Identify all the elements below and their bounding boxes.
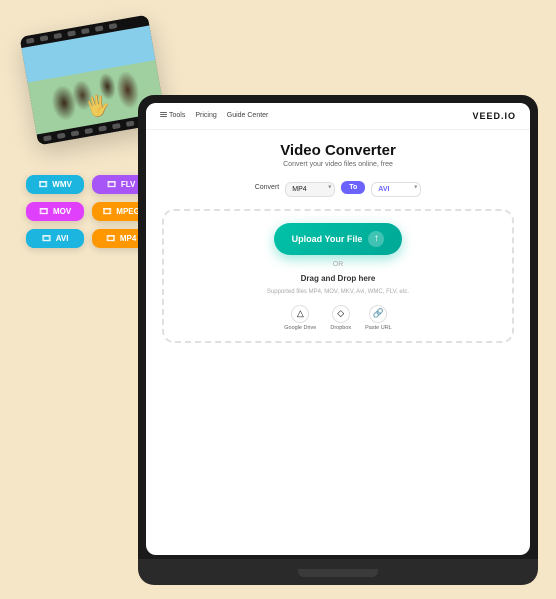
or-text: OR <box>333 261 344 268</box>
upload-button[interactable]: Upload Your File ↑ <box>274 223 403 255</box>
film-hole <box>95 25 104 31</box>
format-label: WMV <box>52 180 72 189</box>
to-format-select[interactable]: AVI MP4 MOV <box>371 182 421 197</box>
film-hole <box>67 30 76 36</box>
film-hole <box>57 132 66 138</box>
laptop-base <box>298 569 378 577</box>
paste-url-option[interactable]: 🔗 Paste URL <box>365 305 392 331</box>
to-label: To <box>341 181 365 194</box>
laptop: Tools Pricing Guide Center VEED.IO Video… <box>138 95 538 585</box>
nav-bar: Tools Pricing Guide Center VEED.IO <box>146 103 530 130</box>
dropbox-option[interactable]: ◇ Dropbox <box>330 305 351 331</box>
film-icon: 🎞 <box>42 234 52 243</box>
grid-icon <box>160 112 167 119</box>
paste-url-label: Paste URL <box>365 325 392 331</box>
laptop-screen: Tools Pricing Guide Center VEED.IO Video… <box>146 103 530 555</box>
from-format-select[interactable]: MP4 MOV AVI <box>285 182 335 197</box>
film-hole <box>26 37 35 43</box>
from-select-wrapper: MP4 MOV AVI <box>285 178 335 197</box>
film-icon: 🎞 <box>38 180 48 189</box>
film-hole <box>40 35 49 41</box>
supported-formats-text: Supported files MP4, MOV, MKV, Avi, WMC,… <box>267 289 409 295</box>
format-badge-mov: 🎞 MOV <box>26 202 84 221</box>
film-icon: 🎞 <box>106 234 116 243</box>
format-badge-avi: 🎞 AVI <box>26 229 84 248</box>
drag-drop-text: Drag and Drop here <box>301 274 376 283</box>
logo: VEED.IO <box>472 111 516 121</box>
dropbox-label: Dropbox <box>330 325 351 331</box>
nav-item-pricing[interactable]: Pricing <box>195 112 216 119</box>
film-hole <box>112 122 121 128</box>
format-badge-wmv: 🎞 WMV <box>26 175 84 194</box>
dropbox-icon: ◇ <box>332 305 350 323</box>
nav-item-guide[interactable]: Guide Center <box>227 112 269 119</box>
film-icon: 🎞 <box>39 207 49 216</box>
paste-url-icon: 🔗 <box>369 305 387 323</box>
scene: 🖐️ 🎞 WMV <box>18 15 538 585</box>
convert-row: Convert MP4 MOV AVI To AVI <box>162 178 514 197</box>
laptop-body <box>138 559 538 585</box>
upload-area: Upload Your File ↑ OR Drag and Drop here… <box>162 209 514 343</box>
google-drive-label: Google Drive <box>284 325 316 331</box>
google-drive-icon: △ <box>291 305 309 323</box>
nav-guide-label: Guide Center <box>227 112 269 119</box>
to-select-wrapper: AVI MP4 MOV <box>371 178 421 197</box>
film-hole <box>43 135 52 141</box>
film-icon: 🎞 <box>107 180 117 189</box>
main-content: Video Converter Convert your video files… <box>146 130 530 555</box>
film-hole <box>126 120 135 126</box>
nav-tools-label: Tools <box>169 112 185 119</box>
film-hole <box>98 125 107 131</box>
upload-icon: ↑ <box>368 231 384 247</box>
drive-options-row: △ Google Drive ◇ Dropbox 🔗 Paste URL <box>284 305 392 331</box>
film-hole <box>53 32 62 38</box>
format-label: FLV <box>121 180 136 189</box>
format-label: MOV <box>53 207 71 216</box>
page-subtitle: Convert your video files online, free <box>283 161 393 168</box>
film-hole <box>84 127 93 133</box>
film-icon: 🎞 <box>102 207 112 216</box>
format-label: MPEG <box>116 207 140 216</box>
nav-pricing-label: Pricing <box>195 112 216 119</box>
film-hole <box>71 130 80 136</box>
nav-item-tools[interactable]: Tools <box>160 112 185 119</box>
laptop-screen-outer: Tools Pricing Guide Center VEED.IO Video… <box>138 95 538 563</box>
page-title: Video Converter <box>280 142 396 159</box>
film-hole <box>109 23 118 29</box>
hand-icon: 🖐️ <box>83 91 112 120</box>
convert-label: Convert <box>255 184 280 191</box>
film-hole <box>81 27 90 33</box>
google-drive-option[interactable]: △ Google Drive <box>284 305 316 331</box>
format-label: AVI <box>56 234 69 243</box>
upload-button-text: Upload Your File <box>292 234 363 244</box>
format-label: MP4 <box>120 234 136 243</box>
